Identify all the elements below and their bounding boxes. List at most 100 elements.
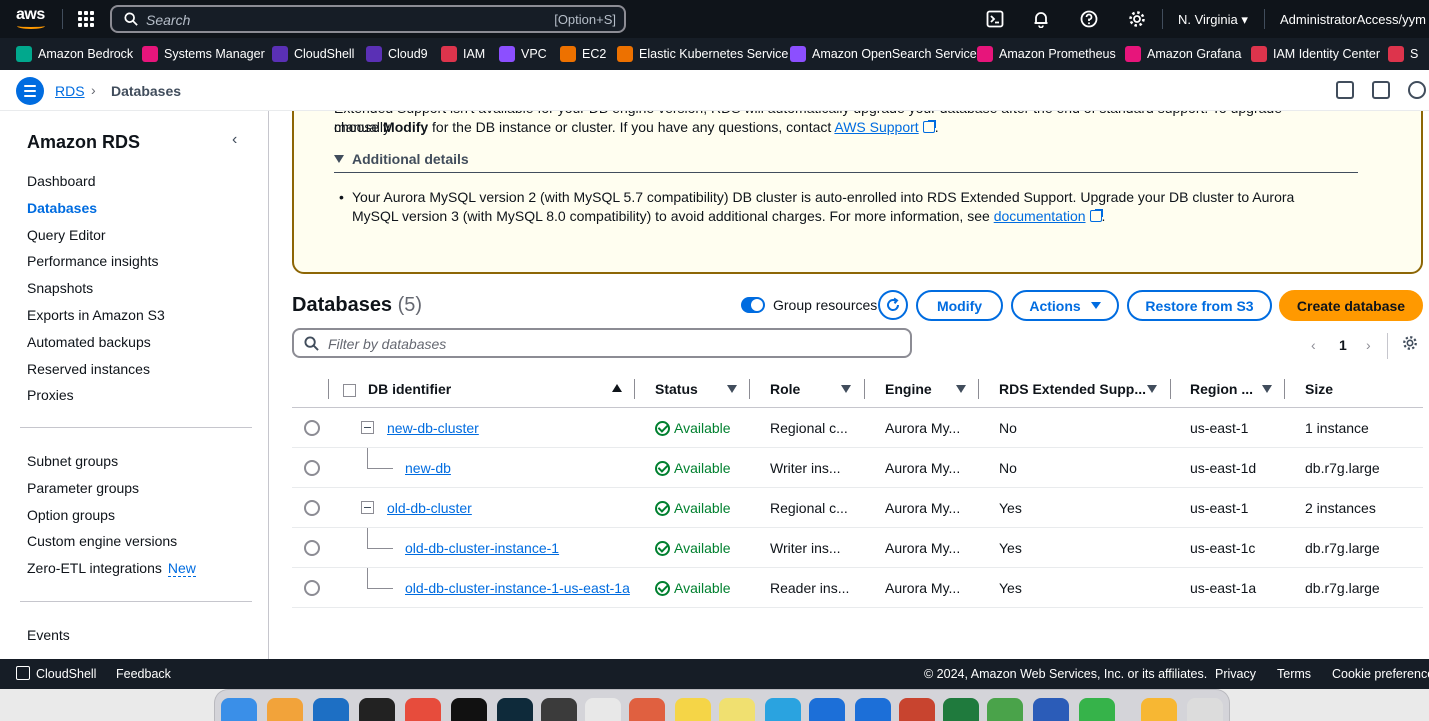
- dock-app-icon[interactable]: [1187, 698, 1223, 721]
- refresh-button[interactable]: [878, 290, 908, 320]
- footer-feedback-link[interactable]: Feedback: [116, 667, 171, 681]
- aws-support-link[interactable]: AWS Support: [834, 119, 918, 135]
- favorite-ec2[interactable]: EC2: [560, 46, 606, 62]
- row-select-radio[interactable]: [304, 420, 320, 436]
- dock-app-icon[interactable]: [987, 698, 1023, 721]
- account-menu[interactable]: AdministratorAccess/yym ▾: [1280, 12, 1429, 28]
- notifications-bell-icon[interactable]: [1032, 10, 1050, 29]
- current-page-number[interactable]: 1: [1339, 337, 1347, 353]
- search-bar[interactable]: Search [Option+S]: [110, 5, 626, 33]
- region-selector[interactable]: N. Virginia ▾: [1178, 12, 1248, 28]
- side-nav-toggle-button[interactable]: [16, 77, 44, 105]
- dock-app-icon[interactable]: [943, 698, 979, 721]
- sidebar-item-reserved-instances[interactable]: Reserved instances: [27, 361, 150, 377]
- help-icon[interactable]: [1080, 10, 1098, 28]
- services-grid-icon[interactable]: [78, 11, 94, 27]
- favorite-cloud9[interactable]: Cloud9: [366, 46, 428, 62]
- table-row[interactable]: old-db-cluster Available Regional c... Auro…: [292, 488, 1423, 528]
- sidebar-item-databases[interactable]: Databases: [27, 200, 97, 216]
- dock-app-icon[interactable]: [899, 698, 935, 721]
- favorite-cloudshell[interactable]: CloudShell: [272, 46, 354, 62]
- footer-cloudshell-link[interactable]: CloudShell: [36, 667, 96, 681]
- dock-app-icon[interactable]: [541, 698, 577, 721]
- create-database-button[interactable]: Create database: [1279, 290, 1423, 321]
- dock-app-icon[interactable]: [497, 698, 533, 721]
- favorite-iam[interactable]: IAM: [441, 46, 485, 62]
- row-select-radio[interactable]: [304, 540, 320, 556]
- table-row[interactable]: old-db-cluster-instance-1 Available Writer…: [292, 528, 1423, 568]
- sort-icon[interactable]: [841, 385, 851, 393]
- sidebar-item-events[interactable]: Events: [27, 627, 70, 643]
- sidebar-item-parameter-groups[interactable]: Parameter groups: [27, 480, 139, 496]
- table-row[interactable]: old-db-cluster-instance-1-us-east-1a Avai…: [292, 568, 1423, 608]
- db-identifier-link[interactable]: new-db: [405, 460, 451, 476]
- collapse-row-icon[interactable]: [361, 501, 374, 514]
- sidebar-item-custom-engine-versions[interactable]: Custom engine versions: [27, 533, 177, 549]
- sort-icon[interactable]: [956, 385, 966, 393]
- sidebar-item-subnet-groups[interactable]: Subnet groups: [27, 453, 118, 469]
- favorite-s[interactable]: S: [1388, 46, 1418, 62]
- sidebar-item-query-editor[interactable]: Query Editor: [27, 227, 106, 243]
- dock-app-icon[interactable]: [675, 698, 711, 721]
- db-identifier-link[interactable]: old-db-cluster-instance-1: [405, 540, 559, 556]
- dock-app-icon[interactable]: [765, 698, 801, 721]
- dock-app-icon[interactable]: [809, 698, 845, 721]
- favorite-amazon-grafana[interactable]: Amazon Grafana: [1125, 46, 1242, 62]
- documentation-link[interactable]: documentation: [994, 208, 1086, 224]
- info-panel-icon[interactable]: [1372, 81, 1390, 99]
- footer-privacy-link[interactable]: Privacy: [1215, 667, 1256, 681]
- sidebar-item-proxies[interactable]: Proxies: [27, 387, 74, 403]
- actions-button[interactable]: Actions: [1011, 290, 1119, 321]
- filter-databases-input[interactable]: Filter by databases: [292, 328, 912, 358]
- dock-app-icon[interactable]: [1141, 698, 1177, 721]
- modify-button[interactable]: Modify: [916, 290, 1003, 321]
- db-identifier-link[interactable]: new-db-cluster: [387, 420, 479, 436]
- favorite-amazon-opensearch-service[interactable]: Amazon OpenSearch Service: [790, 46, 977, 62]
- settings-gear-icon[interactable]: [1128, 10, 1146, 28]
- favorite-vpc[interactable]: VPC: [499, 46, 547, 62]
- sort-icon[interactable]: [1147, 385, 1157, 393]
- sidebar-item-exports-in-amazon-s3[interactable]: Exports in Amazon S3: [27, 307, 165, 323]
- column-size[interactable]: Size: [1305, 381, 1333, 397]
- column-region[interactable]: Region ...: [1190, 381, 1253, 397]
- db-identifier-link[interactable]: old-db-cluster-instance-1-us-east-1a: [405, 580, 630, 596]
- dock-app-icon[interactable]: [719, 698, 755, 721]
- favorite-iam-identity-center[interactable]: IAM Identity Center: [1251, 46, 1380, 62]
- footer-cookie-preferences-link[interactable]: Cookie preferences: [1332, 667, 1429, 681]
- collapse-all-icon[interactable]: [343, 384, 356, 397]
- favorite-amazon-prometheus[interactable]: Amazon Prometheus: [977, 46, 1116, 62]
- sidebar-item-snapshots[interactable]: Snapshots: [27, 280, 93, 296]
- sort-icon[interactable]: [1262, 385, 1272, 393]
- sort-icon[interactable]: [727, 385, 737, 393]
- aws-logo[interactable]: aws: [16, 7, 50, 30]
- dock-app-icon[interactable]: [221, 698, 257, 721]
- dock-app-icon[interactable]: [359, 698, 395, 721]
- favorite-elastic-kubernetes-service[interactable]: Elastic Kubernetes Service: [617, 46, 788, 62]
- column-extended-support[interactable]: RDS Extended Supp...: [999, 381, 1146, 397]
- column-engine[interactable]: Engine: [885, 381, 932, 397]
- additional-details-toggle[interactable]: Additional details: [334, 151, 1358, 173]
- breadcrumb-rds-link[interactable]: RDS: [55, 83, 85, 99]
- sidebar-item-dashboard[interactable]: Dashboard: [27, 173, 96, 189]
- screen-feedback-icon[interactable]: [1336, 81, 1354, 99]
- dock-app-icon[interactable]: [1033, 698, 1069, 721]
- previous-page-icon[interactable]: ‹: [1311, 337, 1316, 353]
- cloudshell-icon[interactable]: [16, 666, 30, 680]
- next-page-icon[interactable]: ›: [1366, 337, 1371, 353]
- row-select-radio[interactable]: [304, 580, 320, 596]
- dock-app-icon[interactable]: [405, 698, 441, 721]
- dock-app-icon[interactable]: [313, 698, 349, 721]
- sort-ascending-icon[interactable]: [612, 384, 622, 392]
- column-role[interactable]: Role: [770, 381, 800, 397]
- sidebar-item-option-groups[interactable]: Option groups: [27, 507, 115, 523]
- restore-from-s3-button[interactable]: Restore from S3: [1127, 290, 1272, 321]
- favorite-systems-manager[interactable]: Systems Manager: [142, 46, 265, 62]
- table-row[interactable]: new-db Available Writer ins... Aurora My...…: [292, 448, 1423, 488]
- db-identifier-link[interactable]: old-db-cluster: [387, 500, 472, 516]
- column-status[interactable]: Status: [655, 381, 698, 397]
- row-select-radio[interactable]: [304, 460, 320, 476]
- footer-terms-link[interactable]: Terms: [1277, 667, 1311, 681]
- row-select-radio[interactable]: [304, 500, 320, 516]
- history-icon[interactable]: [1408, 81, 1426, 99]
- sidebar-item-automated-backups[interactable]: Automated backups: [27, 334, 151, 350]
